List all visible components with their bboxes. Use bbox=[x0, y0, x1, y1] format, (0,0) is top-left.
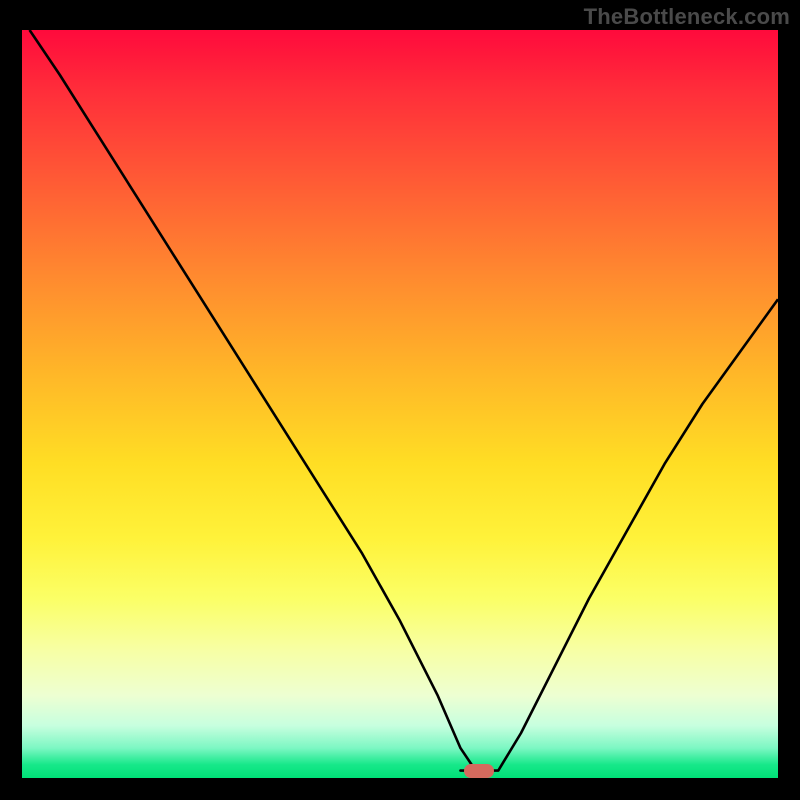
optimum-marker bbox=[464, 764, 494, 778]
curve-path bbox=[30, 30, 778, 771]
bottleneck-curve bbox=[22, 30, 778, 778]
watermark-text: TheBottleneck.com bbox=[584, 4, 790, 30]
plot-area bbox=[22, 30, 778, 778]
